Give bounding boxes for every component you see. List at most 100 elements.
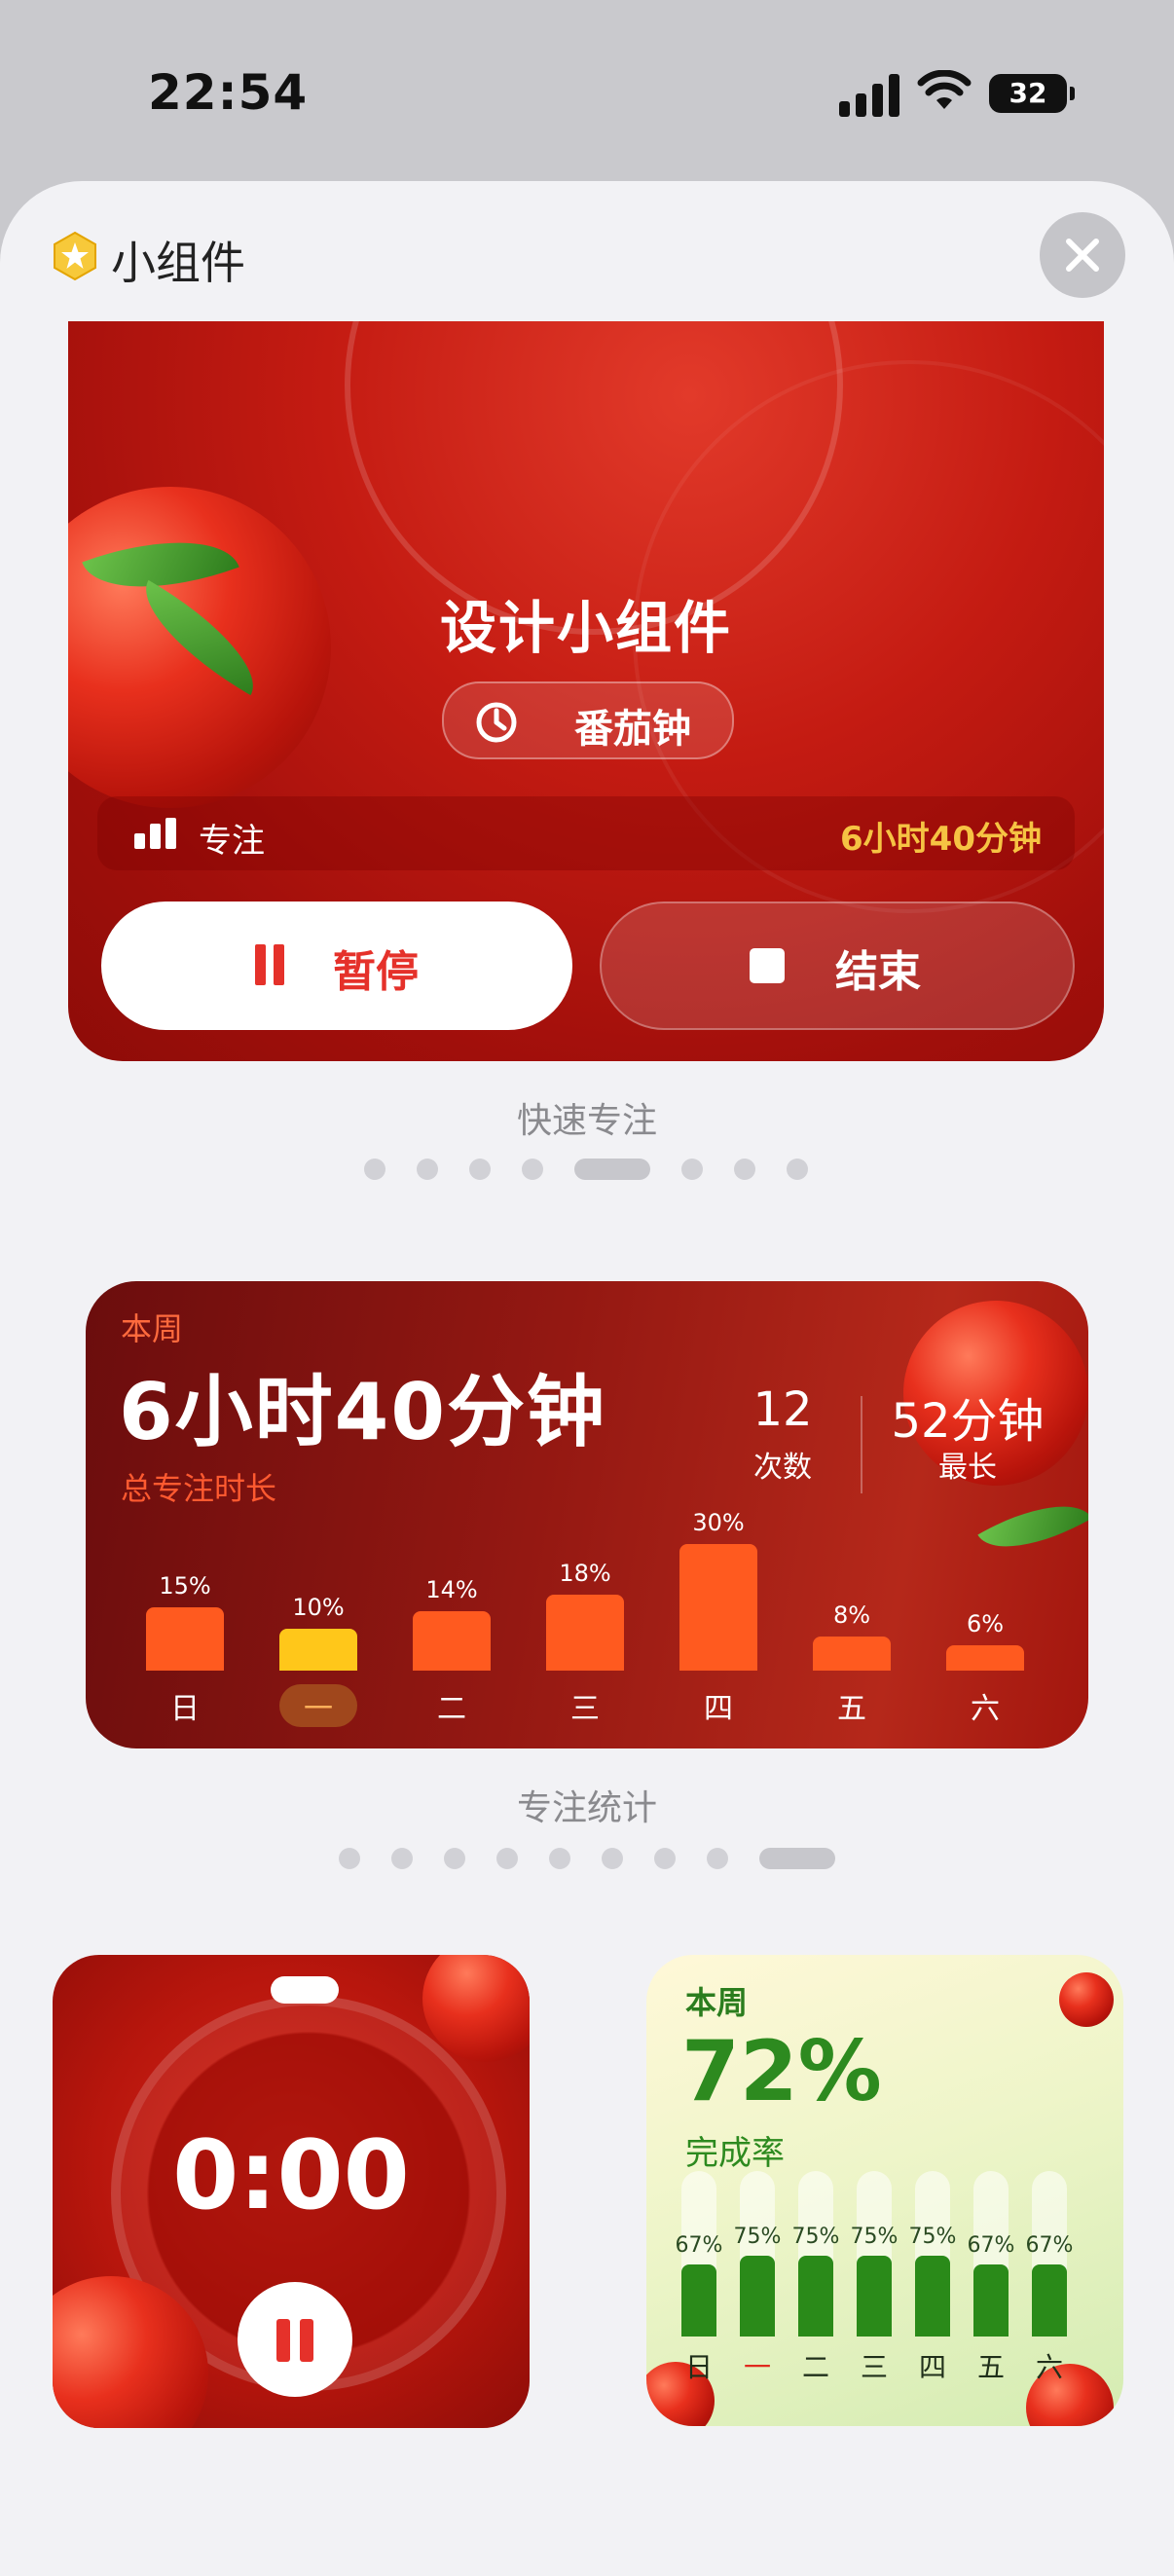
page-indicator[interactable] xyxy=(339,1848,845,1869)
close-button[interactable] xyxy=(1040,212,1125,298)
chart-tick-label: 四 xyxy=(918,2351,946,2383)
chart-tick-label: 二 xyxy=(801,2351,829,2383)
page-dot[interactable] xyxy=(574,1159,650,1180)
longest-session: 52分钟 xyxy=(891,1394,1045,1449)
chart-tick-label: 一 xyxy=(279,1684,357,1727)
chart-tick-label: 五 xyxy=(976,2351,1005,2383)
chart-data-label: 18% xyxy=(559,1560,611,1587)
focus-duration: 6小时40分钟 xyxy=(840,820,1042,859)
mode-pill[interactable]: 番茄钟 xyxy=(442,681,734,759)
widget-caption: 快速专注 xyxy=(516,1101,657,1141)
page-dot[interactable] xyxy=(522,1159,543,1180)
page-dot[interactable] xyxy=(391,1848,413,1869)
chart-bar xyxy=(813,1637,891,1671)
page-dot[interactable] xyxy=(364,1159,385,1180)
timer-widget[interactable]: 0:00 xyxy=(53,1955,530,2428)
chart-tick-label: 二 xyxy=(437,1692,466,1726)
divider xyxy=(861,1396,862,1493)
chart-bar xyxy=(146,1607,224,1671)
bar-chart-icon xyxy=(134,818,179,849)
chart-bar xyxy=(279,1629,357,1671)
page-dot[interactable] xyxy=(469,1159,491,1180)
chart-tick-label: 三 xyxy=(570,1692,600,1726)
chart-tick-label: 六 xyxy=(971,1692,1000,1726)
star-hexagon-icon xyxy=(54,231,96,281)
total-duration: 6小时40分钟 xyxy=(119,1367,606,1457)
task-title: 设计小组件 xyxy=(439,595,732,661)
page-dot[interactable] xyxy=(496,1848,518,1869)
completion-rate-widget[interactable]: 本周 72% 完成率 67% 日 75% 一 75% 二 75% 三 75% 四 67% 五 67% 六 xyxy=(646,1955,1123,2426)
sheet-header: 小组件 xyxy=(0,181,1174,327)
timer-icon xyxy=(476,702,517,743)
chart-tick-label: 一 xyxy=(743,2351,771,2383)
focus-stats-widget[interactable]: 本周 6小时40分钟 总专注时长 12 次数 52分钟 最长 15% 日 10% 一 1… xyxy=(86,1281,1088,1748)
page-dot[interactable] xyxy=(681,1159,703,1180)
chart-tick-label: 日 xyxy=(684,2351,713,2383)
chart-data-label: 15% xyxy=(159,1572,211,1600)
page-dot[interactable] xyxy=(417,1159,438,1180)
page-dot[interactable] xyxy=(339,1848,360,1869)
chart-bar xyxy=(1032,2264,1067,2337)
close-icon xyxy=(1066,239,1099,272)
chart-bar xyxy=(679,1544,757,1671)
widget-sheet: 小组件 设计小组件 番茄钟 专注 6小时40分钟 暂停 结束 快速专注 本周 6… xyxy=(0,181,1174,2576)
battery-icon: 32 xyxy=(989,74,1075,113)
chart-bar xyxy=(915,2256,950,2337)
page-dot[interactable] xyxy=(734,1159,755,1180)
page-dot[interactable] xyxy=(759,1848,835,1869)
status-bar: 22:54 32 xyxy=(0,0,1174,175)
chart-bar xyxy=(681,2264,716,2337)
chart-data-label: 8% xyxy=(832,1601,871,1629)
status-time: 22:54 xyxy=(148,64,309,121)
chart-bar xyxy=(413,1611,491,1671)
stats-period: 本周 xyxy=(121,1310,184,1347)
focus-widget[interactable]: 设计小组件 番茄钟 专注 6小时40分钟 暂停 结束 xyxy=(68,321,1104,1061)
chart-bar xyxy=(973,2264,1009,2337)
longest-session-label: 最长 xyxy=(938,1451,997,1485)
page-dot[interactable] xyxy=(654,1848,676,1869)
page-dot[interactable] xyxy=(707,1848,728,1869)
chart-bar xyxy=(546,1595,624,1671)
page-indicator[interactable] xyxy=(364,1159,812,1180)
sheet-title: 小组件 xyxy=(111,237,245,289)
pause-label: 暂停 xyxy=(333,947,419,997)
chart-tick-label: 六 xyxy=(1035,2351,1063,2383)
end-button[interactable]: 结束 xyxy=(600,902,1075,1030)
dial-knob xyxy=(271,1976,339,2004)
chart-tick-label: 三 xyxy=(860,2351,888,2383)
chart-bar xyxy=(798,2256,833,2337)
page-dot[interactable] xyxy=(787,1159,808,1180)
chart-data-label: 6% xyxy=(966,1610,1005,1638)
timer-value: 0:00 xyxy=(172,2120,410,2231)
timer-pause-button[interactable] xyxy=(238,2282,352,2397)
completion-rate-label: 完成率 xyxy=(685,2134,785,2173)
chart-data-label: 10% xyxy=(292,1594,345,1621)
chart-bar xyxy=(740,2256,775,2337)
pause-icon xyxy=(255,944,284,985)
completion-rate-value: 72% xyxy=(681,2023,882,2120)
chart-bar xyxy=(857,2256,892,2337)
page-dot[interactable] xyxy=(549,1848,570,1869)
chart-tick-label: 日 xyxy=(170,1692,200,1726)
page-dot[interactable] xyxy=(444,1848,465,1869)
chart-tick-label: 四 xyxy=(704,1692,733,1726)
tomato-leaf-image xyxy=(977,1481,1088,1572)
mode-label: 番茄钟 xyxy=(574,707,691,752)
rate-period: 本周 xyxy=(685,1984,749,2021)
stop-icon xyxy=(750,948,785,983)
session-count: 12 xyxy=(752,1382,813,1437)
tomato-image xyxy=(1059,1972,1114,2027)
chart-data-label: 67% xyxy=(1025,2233,1074,2258)
chart-data-label: 14% xyxy=(425,1576,478,1603)
focus-label: 专注 xyxy=(199,822,265,861)
focus-stat-row: 专注 6小时40分钟 xyxy=(97,796,1075,870)
wifi-icon xyxy=(917,70,972,109)
pause-button[interactable]: 暂停 xyxy=(101,902,572,1030)
cellular-signal-icon xyxy=(839,72,899,117)
end-label: 结束 xyxy=(835,947,921,997)
session-count-label: 次数 xyxy=(753,1451,812,1485)
widget-caption: 专注统计 xyxy=(516,1788,657,1828)
page-dot[interactable] xyxy=(602,1848,623,1869)
total-duration-label: 总专注时长 xyxy=(121,1470,277,1507)
chart-bar xyxy=(946,1645,1024,1671)
